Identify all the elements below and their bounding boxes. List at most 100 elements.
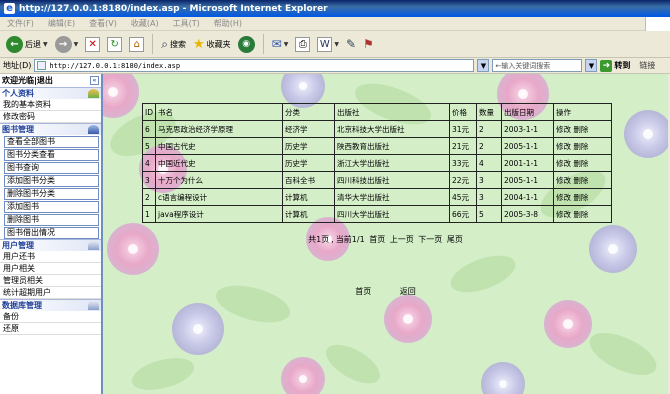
table-cell: 2005-3-8 <box>501 205 554 223</box>
menu-file[interactable]: 文件(F) <box>0 18 41 29</box>
sidebar-item[interactable]: 图书分类查看 <box>4 149 99 161</box>
sidebar-item[interactable]: 图书借出情况 <box>4 227 99 239</box>
address-bar: 地址(D) http://127.0.0.1:8180/index.asp ▼ … <box>0 58 670 74</box>
table-cell: 陕西教育出版社 <box>334 137 450 155</box>
welcome-text: 欢迎光临 <box>2 76 34 85</box>
table-row: 1 java程序设计 计算机 四川大学出版社 66元 5 2005-3-8 修改 删除 <box>142 205 612 223</box>
forward-button[interactable]: → ▼ <box>53 33 81 55</box>
keyword-search-dropdown-button[interactable]: ▼ <box>585 59 598 72</box>
page-content: 欢迎光临|退出 « 个人资料 我的基本资料 修改密码 图书管理 查看全部图书 图书分类查看… <box>0 74 670 394</box>
menu-favorites[interactable]: 收藏(A) <box>124 18 166 29</box>
table-cell: 3 <box>476 171 502 189</box>
sidebar-item[interactable]: 用户相关 <box>0 263 101 275</box>
last-page-link[interactable]: 尾页 <box>447 235 463 244</box>
table-header-row: ID 书名 分类 出版社 价格 数量 出版日期 操作 <box>142 103 612 121</box>
table-cell: 2 <box>142 188 156 206</box>
exit-link[interactable]: 退出 <box>37 76 53 85</box>
discuss-button[interactable]: ✎ <box>344 33 358 55</box>
home-button[interactable]: ⌂ <box>127 33 146 55</box>
delete-link[interactable]: 删除 <box>573 210 588 219</box>
first-page-link[interactable]: 首页 <box>369 235 385 244</box>
table-row: 4 中国近代史 历史学 浙江大学出版社 33元 4 2001-1-1 修改 删除 <box>142 154 612 172</box>
sidebar-item[interactable]: 查看全部图书 <box>4 136 99 148</box>
address-input[interactable]: http://127.0.0.1:8180/index.asp <box>34 59 475 72</box>
sidebar-section-header[interactable]: 用户管理 <box>0 239 101 251</box>
collapse-sidebar-icon[interactable]: « <box>90 76 99 85</box>
sidebar-item[interactable]: 图书查询 <box>4 162 99 174</box>
next-page-link[interactable]: 下一页 <box>418 235 442 244</box>
search-button[interactable]: ⌕ 搜索 <box>159 33 188 55</box>
media-icon: ◉ <box>237 35 255 53</box>
keyword-search-input[interactable]: ←输入关键词搜索 <box>492 59 583 72</box>
table-cell: 马克思政治经济学原理 <box>155 120 283 138</box>
edit-link[interactable]: 修改 <box>556 176 571 185</box>
delete-link[interactable]: 删除 <box>573 142 588 151</box>
window-title: http://127.0.0.1:8180/index.asp - Micros… <box>19 3 328 14</box>
table-cell: 经济学 <box>282 120 335 138</box>
table-cell: 2005-1-1 <box>501 137 554 155</box>
menu-tools[interactable]: 工具(T) <box>166 18 207 29</box>
forward-arrow-icon: → <box>54 35 72 53</box>
table-cell: 2001-1-1 <box>501 154 554 172</box>
table-cell: 66元 <box>449 205 477 223</box>
messenger-button[interactable]: ⚑ <box>361 33 376 55</box>
windows-flag-icon <box>645 16 670 31</box>
delete-link[interactable]: 删除 <box>573 125 588 134</box>
sidebar-item[interactable]: 用户还书 <box>0 251 101 263</box>
user-section-icon <box>88 89 99 98</box>
menu-bar: 文件(F) 编辑(E) 查看(V) 收藏(A) 工具(T) 帮助(H) <box>0 16 670 31</box>
table-cell: 百科全书 <box>282 171 335 189</box>
edit-link[interactable]: 修改 <box>556 125 571 134</box>
edit-link[interactable]: 修改 <box>556 210 571 219</box>
links-label[interactable]: 链接 <box>639 60 655 71</box>
column-header: 出版日期 <box>501 103 554 121</box>
delete-link[interactable]: 删除 <box>573 176 588 185</box>
table-cell: 3 <box>142 171 156 189</box>
back-button[interactable]: ← 后退 ▼ <box>4 33 50 55</box>
address-dropdown-button[interactable]: ▼ <box>477 59 490 72</box>
sidebar-item[interactable]: 我的基本资料 <box>0 99 101 111</box>
sidebar-item[interactable]: 删除图书分类 <box>4 188 99 200</box>
sidebar-item[interactable]: 管理员相关 <box>0 275 101 287</box>
sidebar-item[interactable]: 还原 <box>0 323 101 335</box>
edit-link[interactable]: 修改 <box>556 142 571 151</box>
table-cell: 2004-1-1 <box>501 188 554 206</box>
table-cell: 6 <box>142 120 156 138</box>
refresh-button[interactable]: ↻ <box>105 33 124 55</box>
prev-page-link[interactable]: 上一页 <box>390 235 414 244</box>
sidebar-item[interactable]: 添加图书 <box>4 201 99 213</box>
menu-view[interactable]: 查看(V) <box>82 18 124 29</box>
media-button[interactable]: ◉ <box>236 33 257 55</box>
sidebar-item[interactable]: 删除图书 <box>4 214 99 226</box>
table-cell: 浙江大学出版社 <box>334 154 450 172</box>
books-section-icon <box>88 125 99 134</box>
sidebar-item[interactable]: 备份 <box>0 311 101 323</box>
sidebar-item[interactable]: 添加图书分类 <box>4 175 99 187</box>
sidebar-item[interactable]: 统计超期用户 <box>0 287 101 299</box>
sidebar-item[interactable]: 修改密码 <box>0 111 101 123</box>
table-cell: 2 <box>476 120 502 138</box>
table-cell: 中国古代史 <box>155 137 283 155</box>
print-button[interactable]: ⎙ <box>293 33 312 55</box>
edit-button[interactable]: W ▼ <box>315 33 341 55</box>
sidebar-section-header[interactable]: 图书管理 <box>0 123 101 135</box>
table-cell: 四川大学出版社 <box>334 205 450 223</box>
stop-button[interactable]: ✕ <box>83 33 102 55</box>
menu-help[interactable]: 帮助(H) <box>207 18 249 29</box>
go-button[interactable]: ➜ 转到 <box>600 59 630 72</box>
delete-link[interactable]: 删除 <box>573 193 588 202</box>
mail-button[interactable]: ✉ ▼ <box>270 33 291 55</box>
address-url: http://127.0.0.1:8180/index.asp <box>49 61 181 70</box>
table-cell: 清华大学出版社 <box>334 188 450 206</box>
favorites-button[interactable]: ★ 收藏夹 <box>191 33 233 55</box>
back-link[interactable]: 返回 <box>400 287 416 296</box>
delete-link[interactable]: 删除 <box>573 159 588 168</box>
sidebar-section-header[interactable]: 个人资料 <box>0 87 101 99</box>
home-link[interactable]: 首页 <box>355 287 371 296</box>
edit-link[interactable]: 修改 <box>556 193 571 202</box>
edit-link[interactable]: 修改 <box>556 159 571 168</box>
menu-edit[interactable]: 编辑(E) <box>41 18 82 29</box>
table-cell: 北京科技大学出版社 <box>334 120 450 138</box>
column-header: 书名 <box>155 103 283 121</box>
sidebar-section-header[interactable]: 数据库管理 <box>0 299 101 311</box>
